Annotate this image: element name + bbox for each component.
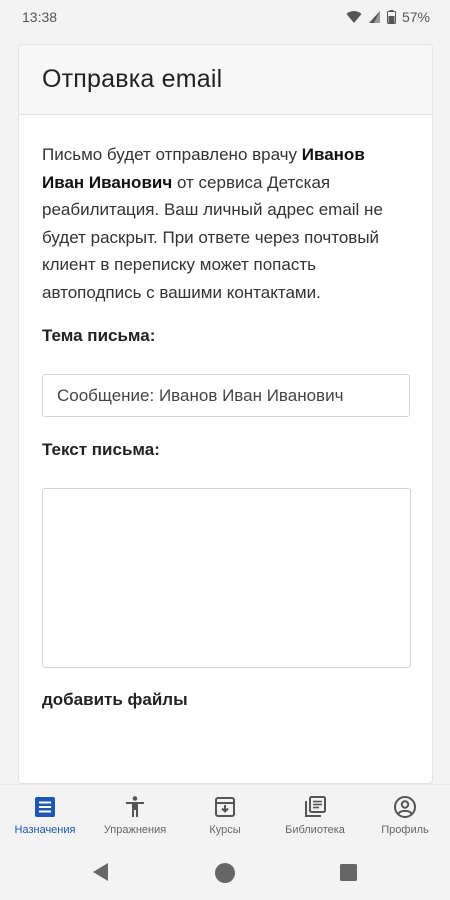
profile-icon	[393, 795, 417, 819]
system-nav	[0, 844, 450, 900]
nav-label: Упражнения	[103, 824, 167, 836]
nav-label: Библиотека	[285, 824, 345, 836]
nav-label: Назначения	[14, 824, 76, 836]
body-label: Текст письма:	[42, 440, 160, 459]
page-title: Отправка email	[42, 65, 223, 93]
bottom-nav: Назначения Упражнения Курсы Библиотека П…	[0, 784, 450, 845]
email-card: Отправка email Письмо будет отправлено в…	[18, 44, 433, 784]
back-button[interactable]	[92, 862, 110, 882]
status-bar: 13:38 57%	[0, 0, 450, 34]
add-files-link[interactable]: добавить файлы	[42, 690, 410, 710]
nav-label: Профиль	[381, 824, 429, 836]
home-button[interactable]	[214, 862, 236, 884]
battery-percent: 57%	[401, 9, 430, 25]
library-icon	[303, 795, 327, 819]
intro-part1: Письмо будет отправлено врачу	[42, 145, 302, 164]
courses-icon	[213, 795, 237, 819]
back-icon	[93, 863, 108, 881]
intro-text: Письмо будет отправлено врачу Иванов Ива…	[42, 141, 410, 306]
card-body: Письмо будет отправлено врачу Иванов Ива…	[19, 115, 432, 710]
wifi-icon	[346, 10, 362, 24]
signal-icon	[368, 10, 381, 24]
recents-button[interactable]	[340, 864, 357, 881]
body-textarea[interactable]	[42, 488, 411, 668]
assignments-icon	[33, 795, 57, 819]
home-icon	[215, 863, 235, 883]
nav-item-library[interactable]: Библиотека	[270, 785, 360, 845]
nav-label: Курсы	[209, 824, 241, 836]
nav-item-assignments[interactable]: Назначения	[0, 785, 90, 845]
subject-input[interactable]: Сообщение: Иванов Иван Иванович	[42, 374, 410, 417]
status-icons: 57%	[346, 9, 430, 25]
battery-icon	[386, 10, 396, 24]
card-header: Отправка email	[19, 45, 432, 115]
recents-icon	[340, 864, 357, 881]
subject-value: Сообщение: Иванов Иван Иванович	[57, 385, 344, 405]
exercises-icon	[123, 795, 147, 819]
subject-label: Тема письма:	[42, 326, 156, 345]
status-time: 13:38	[22, 9, 58, 25]
nav-item-profile[interactable]: Профиль	[360, 785, 450, 845]
nav-item-courses[interactable]: Курсы	[180, 785, 270, 845]
nav-item-exercises[interactable]: Упражнения	[90, 785, 180, 845]
